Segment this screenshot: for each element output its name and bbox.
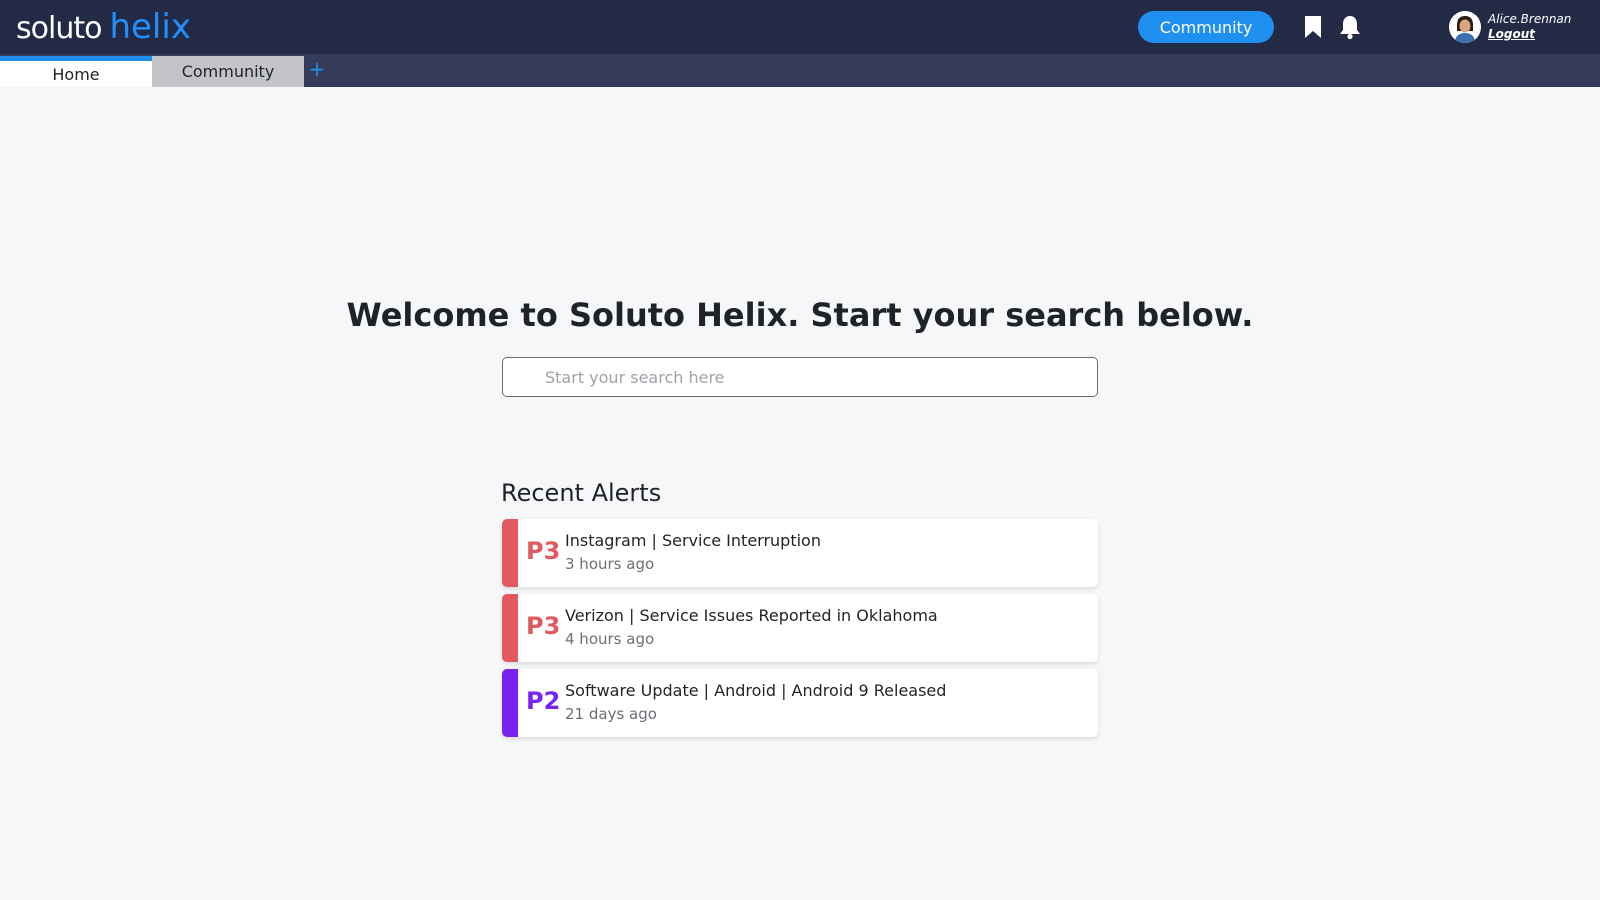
recent-alerts-heading: Recent Alerts bbox=[501, 479, 662, 507]
priority-bar bbox=[502, 519, 518, 587]
priority-bar bbox=[502, 594, 518, 662]
logo[interactable]: soluto helix bbox=[16, 6, 191, 48]
alert-time: 21 days ago bbox=[565, 705, 657, 723]
username: Alice.Brennan bbox=[1488, 12, 1572, 26]
alert-title: Verizon | Service Issues Reported in Okl… bbox=[565, 606, 938, 625]
alert-list: P3 Instagram | Service Interruption 3 ho… bbox=[502, 519, 1098, 744]
logout-link[interactable]: Logout bbox=[1488, 27, 1571, 42]
search-input[interactable] bbox=[502, 357, 1098, 397]
alert-title: Software Update | Android | Android 9 Re… bbox=[565, 681, 947, 700]
tab-bar: Home Community + bbox=[0, 54, 1600, 87]
welcome-heading: Welcome to Soluto Helix. Start your sear… bbox=[346, 296, 1254, 334]
tab-community[interactable]: Community bbox=[152, 56, 304, 87]
alert-item[interactable]: P3 Instagram | Service Interruption 3 ho… bbox=[502, 519, 1098, 587]
alert-time: 4 hours ago bbox=[565, 630, 655, 648]
search-box bbox=[502, 357, 1098, 397]
logo-text-soluto: soluto bbox=[16, 11, 102, 46]
priority-badge: P2 bbox=[526, 687, 561, 715]
priority-badge: P3 bbox=[526, 612, 561, 640]
tab-home[interactable]: Home bbox=[0, 56, 152, 87]
logo-text-helix: helix bbox=[109, 7, 191, 47]
priority-bar bbox=[502, 669, 518, 737]
avatar[interactable] bbox=[1449, 11, 1481, 43]
user-info: Alice.Brennan Logout bbox=[1488, 12, 1571, 42]
alert-title: Instagram | Service Interruption bbox=[565, 531, 821, 550]
user-menu: Alice.Brennan Logout bbox=[1449, 10, 1571, 44]
priority-badge: P3 bbox=[526, 537, 561, 565]
alert-item[interactable]: P3 Verizon | Service Issues Reported in … bbox=[502, 594, 1098, 662]
alert-time: 3 hours ago bbox=[565, 555, 655, 573]
community-button[interactable]: Community bbox=[1138, 11, 1274, 43]
alert-item[interactable]: P2 Software Update | Android | Android 9… bbox=[502, 669, 1098, 737]
add-tab-button[interactable]: + bbox=[308, 58, 326, 80]
bookmark-icon[interactable] bbox=[1300, 14, 1326, 40]
bell-icon[interactable] bbox=[1337, 14, 1363, 40]
top-bar: soluto helix Community Alice.Brennan Log… bbox=[0, 0, 1600, 54]
